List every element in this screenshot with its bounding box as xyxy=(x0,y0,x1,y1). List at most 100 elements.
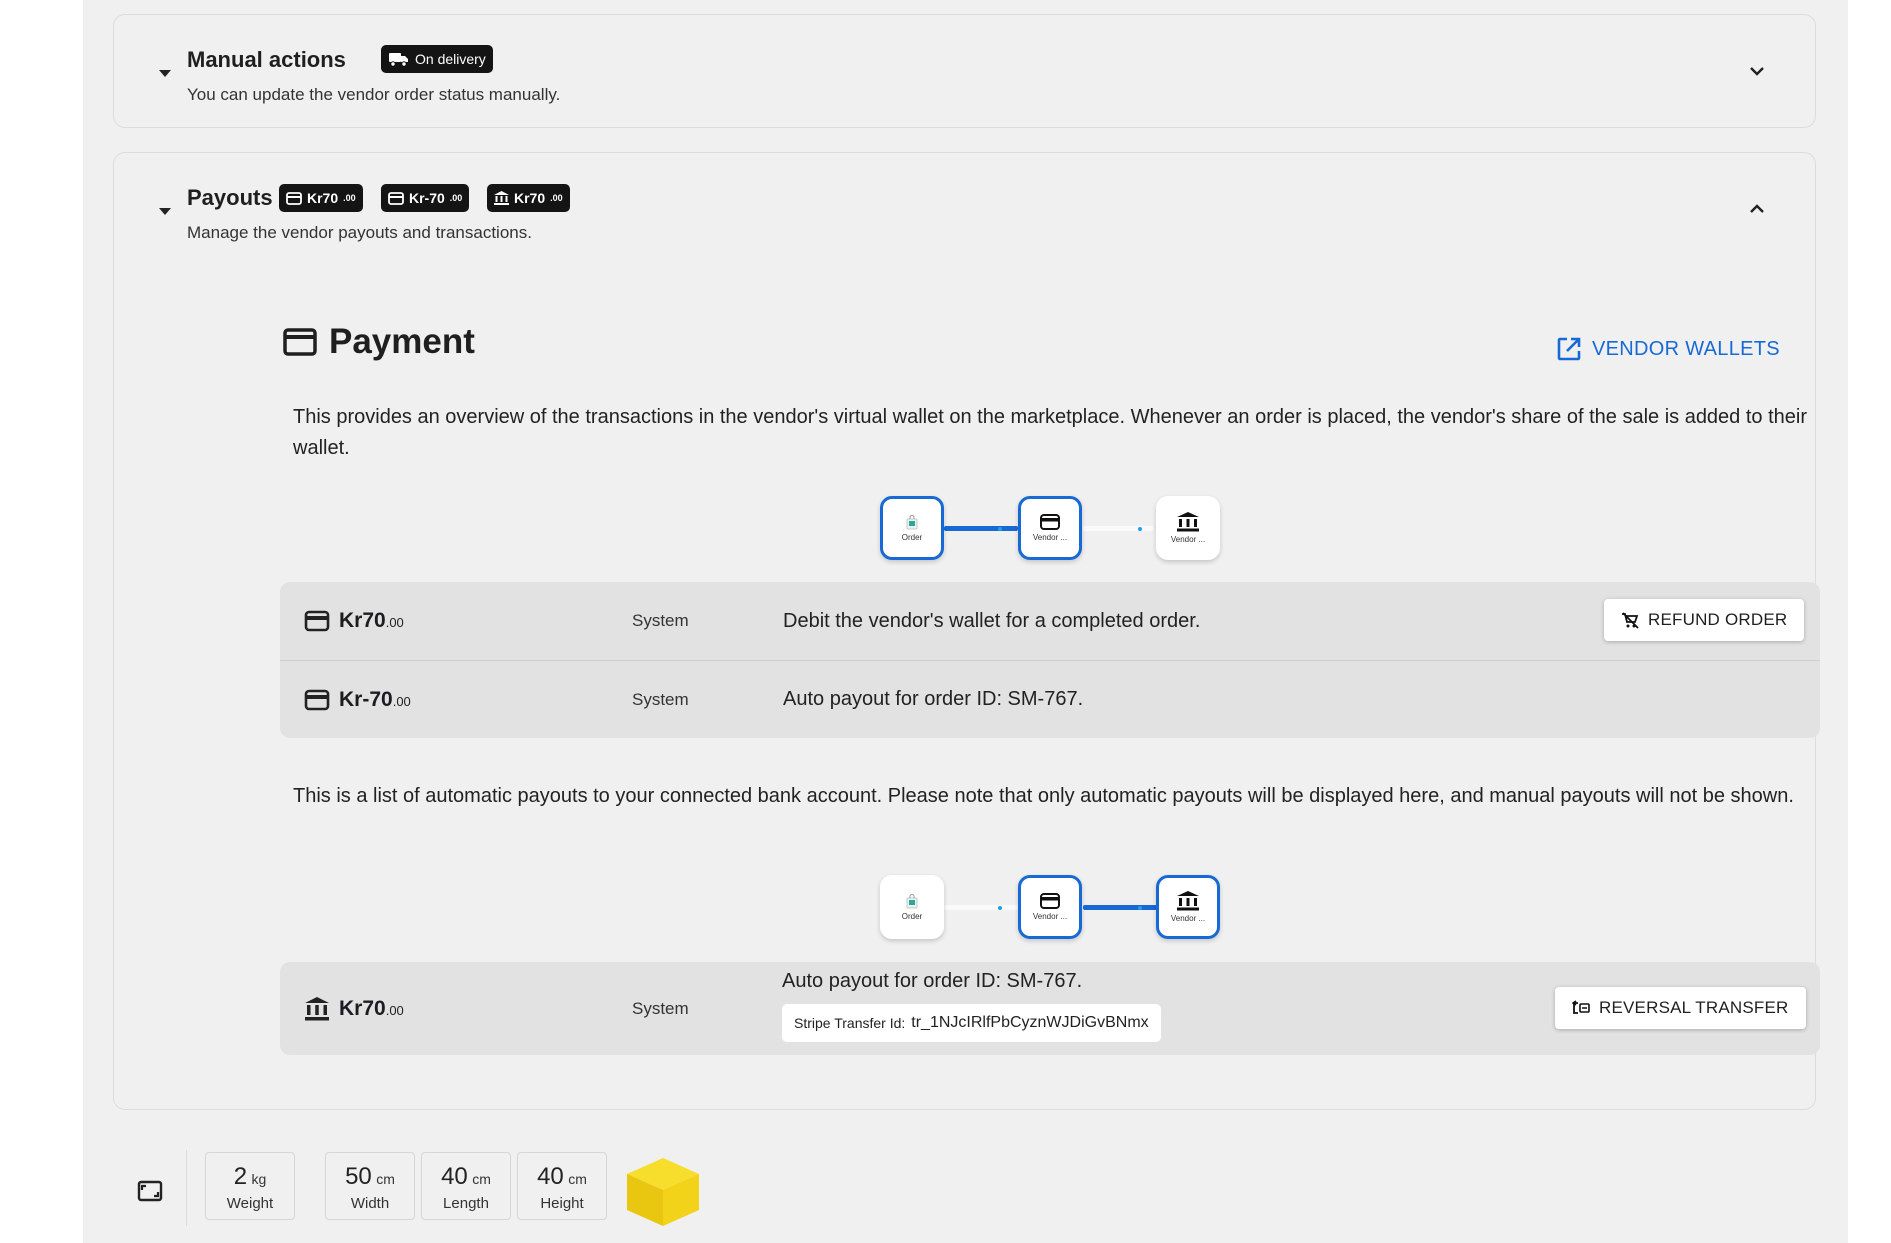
flow-node-label: Order xyxy=(901,911,923,921)
refund-order-button[interactable]: REFUND ORDER xyxy=(1604,599,1805,641)
amount-decimals: .00 xyxy=(385,1002,404,1018)
payment-title: Payment xyxy=(329,322,475,361)
amount-decimals: .00 xyxy=(385,615,404,630)
bank-icon xyxy=(1177,891,1199,911)
bank-icon xyxy=(305,996,329,1020)
wallet-transactions-table: Kr70.00 System Debit the vendor's wallet… xyxy=(280,582,1820,738)
chip-amount: Kr70 xyxy=(514,190,546,206)
page-background: Manual actions On delivery You can updat… xyxy=(83,0,1848,1243)
amount-value: Kr70 xyxy=(339,996,386,1020)
wallet-description: This provides an overview of the transac… xyxy=(293,406,1808,459)
dimension-label: Height xyxy=(540,1195,584,1212)
height-field[interactable]: 40 cm Height xyxy=(517,1152,607,1220)
status-badge-label: On delivery xyxy=(415,51,486,67)
weight-field[interactable]: 2 kg Weight xyxy=(205,1152,295,1220)
dimension-value: 50 xyxy=(345,1163,372,1190)
shopping-bag-icon xyxy=(906,514,918,529)
manual-actions-subtitle: You can update the vendor order status m… xyxy=(187,85,561,104)
transaction-amount: Kr70.00 xyxy=(304,996,404,1022)
dimension-value: 2 xyxy=(233,1163,248,1190)
shopping-bag-icon xyxy=(906,893,918,908)
credit-card-icon xyxy=(283,328,317,356)
status-badge: On delivery xyxy=(381,45,493,73)
bank-transactions-table: Kr70.00 System Auto payout for order ID:… xyxy=(280,962,1820,1055)
chip-amount: Kr70 xyxy=(307,190,339,206)
open-external-icon xyxy=(1557,337,1581,361)
flow-link-active xyxy=(944,526,1018,531)
stripe-transfer-label: Stripe Transfer Id: xyxy=(794,1015,906,1031)
dimension-label: Weight xyxy=(226,1195,274,1212)
reversal-transfer-label: REVERSAL TRANSFER xyxy=(1599,998,1789,1017)
aspect-ratio-icon[interactable] xyxy=(137,1180,163,1202)
chevron-up-icon[interactable] xyxy=(1747,199,1767,219)
chip-decimals: .00 xyxy=(449,193,463,203)
dimension-label: Width xyxy=(350,1195,390,1212)
transaction-description: Auto payout for order ID: SM-767. xyxy=(782,970,1083,992)
payment-flow-bank: Order Vendor ... Vendor ... xyxy=(878,875,1220,941)
chip-decimals: .00 xyxy=(343,193,356,203)
wallet-icon xyxy=(286,191,302,205)
bank-icon xyxy=(1177,512,1199,532)
flow-node-label: Vendor ... xyxy=(1170,914,1206,923)
reversal-transfer-button[interactable]: REVERSAL TRANSFER xyxy=(1555,987,1806,1029)
delivery-truck-icon xyxy=(389,53,408,67)
amount-value: Kr-70 xyxy=(339,687,393,711)
wallet-icon xyxy=(304,689,330,710)
wallet-icon xyxy=(1040,893,1060,909)
transaction-description: Debit the vendor's wallet for a complete… xyxy=(783,609,1201,632)
payouts-subtitle: Manage the vendor payouts and transactio… xyxy=(187,223,532,242)
dimension-unit: cm xyxy=(376,1171,395,1187)
caret-down-icon[interactable] xyxy=(159,208,171,215)
length-field[interactable]: 40 cm Length xyxy=(421,1152,511,1220)
stripe-transfer-id: Stripe Transfer Id: tr_1NJcIRlfPbCyznWJD… xyxy=(782,1004,1161,1042)
payout-chip-wallet-negative: Kr-70 .00 xyxy=(381,184,470,212)
transaction-amount: Kr-70.00 xyxy=(304,688,411,712)
wallet-icon xyxy=(388,191,404,205)
flow-dot xyxy=(998,527,1002,531)
flow-dot xyxy=(1138,906,1142,910)
flow-node-label: Vendor ... xyxy=(1032,912,1068,921)
caret-down-icon[interactable] xyxy=(159,70,171,77)
payout-description: This is a list of automatic payouts to y… xyxy=(293,785,1794,807)
vendor-wallets-label: VENDOR WALLETS xyxy=(1592,337,1780,360)
table-row: Kr-70.00 System Auto payout for order ID… xyxy=(280,660,1820,738)
manual-actions-panel: Manual actions On delivery You can updat… xyxy=(113,14,1816,128)
flow-node-vendor-bank[interactable]: Vendor ... xyxy=(1156,496,1220,560)
flow-node-vendor-wallet[interactable]: Vendor ... xyxy=(1018,875,1082,939)
remove-cart-icon xyxy=(1622,611,1639,629)
vendor-wallets-button[interactable]: VENDOR WALLETS xyxy=(1556,336,1780,362)
table-row: Kr70.00 System Debit the vendor's wallet… xyxy=(280,582,1820,660)
flow-node-order[interactable]: Order xyxy=(880,496,944,560)
wallet-icon xyxy=(1040,514,1060,530)
flow-node-label: Order xyxy=(901,532,923,542)
amount-decimals: .00 xyxy=(392,693,411,709)
transaction-source: System xyxy=(632,689,689,709)
currency-exchange-icon xyxy=(1572,1000,1590,1014)
wallet-icon xyxy=(304,610,330,632)
bank-icon xyxy=(494,191,509,205)
flow-dot xyxy=(998,906,1002,910)
refund-order-label: REFUND ORDER xyxy=(1648,610,1788,629)
table-row: Kr70.00 System Auto payout for order ID:… xyxy=(280,962,1820,1055)
payout-chip-wallet: Kr70 .00 xyxy=(279,184,363,212)
flow-link xyxy=(944,905,1018,910)
transaction-amount: Kr70.00 xyxy=(304,609,404,633)
payouts-title: Payouts xyxy=(187,185,273,210)
manual-actions-title: Manual actions xyxy=(187,47,346,72)
amount-value: Kr70 xyxy=(339,609,386,632)
flow-node-order[interactable]: Order xyxy=(880,875,944,939)
dimension-unit: cm xyxy=(568,1171,587,1187)
transaction-description: Auto payout for order ID: SM-767. xyxy=(783,688,1084,710)
stripe-transfer-value: tr_1NJcIRlfPbCyznWJDiGvBNmx xyxy=(911,1014,1149,1031)
flow-node-vendor-bank[interactable]: Vendor ... xyxy=(1156,875,1220,939)
flow-link-active xyxy=(1083,905,1157,910)
dimension-value: 40 xyxy=(537,1163,564,1190)
flow-node-label: Vendor ... xyxy=(1032,533,1068,542)
flow-node-label: Vendor ... xyxy=(1170,535,1206,544)
divider xyxy=(186,1150,187,1226)
chevron-down-icon[interactable] xyxy=(1747,61,1767,81)
flow-link xyxy=(1083,526,1153,531)
payment-header: Payment xyxy=(283,322,475,362)
width-field[interactable]: 50 cm Width xyxy=(325,1152,415,1220)
flow-node-vendor-wallet[interactable]: Vendor ... xyxy=(1018,496,1082,560)
